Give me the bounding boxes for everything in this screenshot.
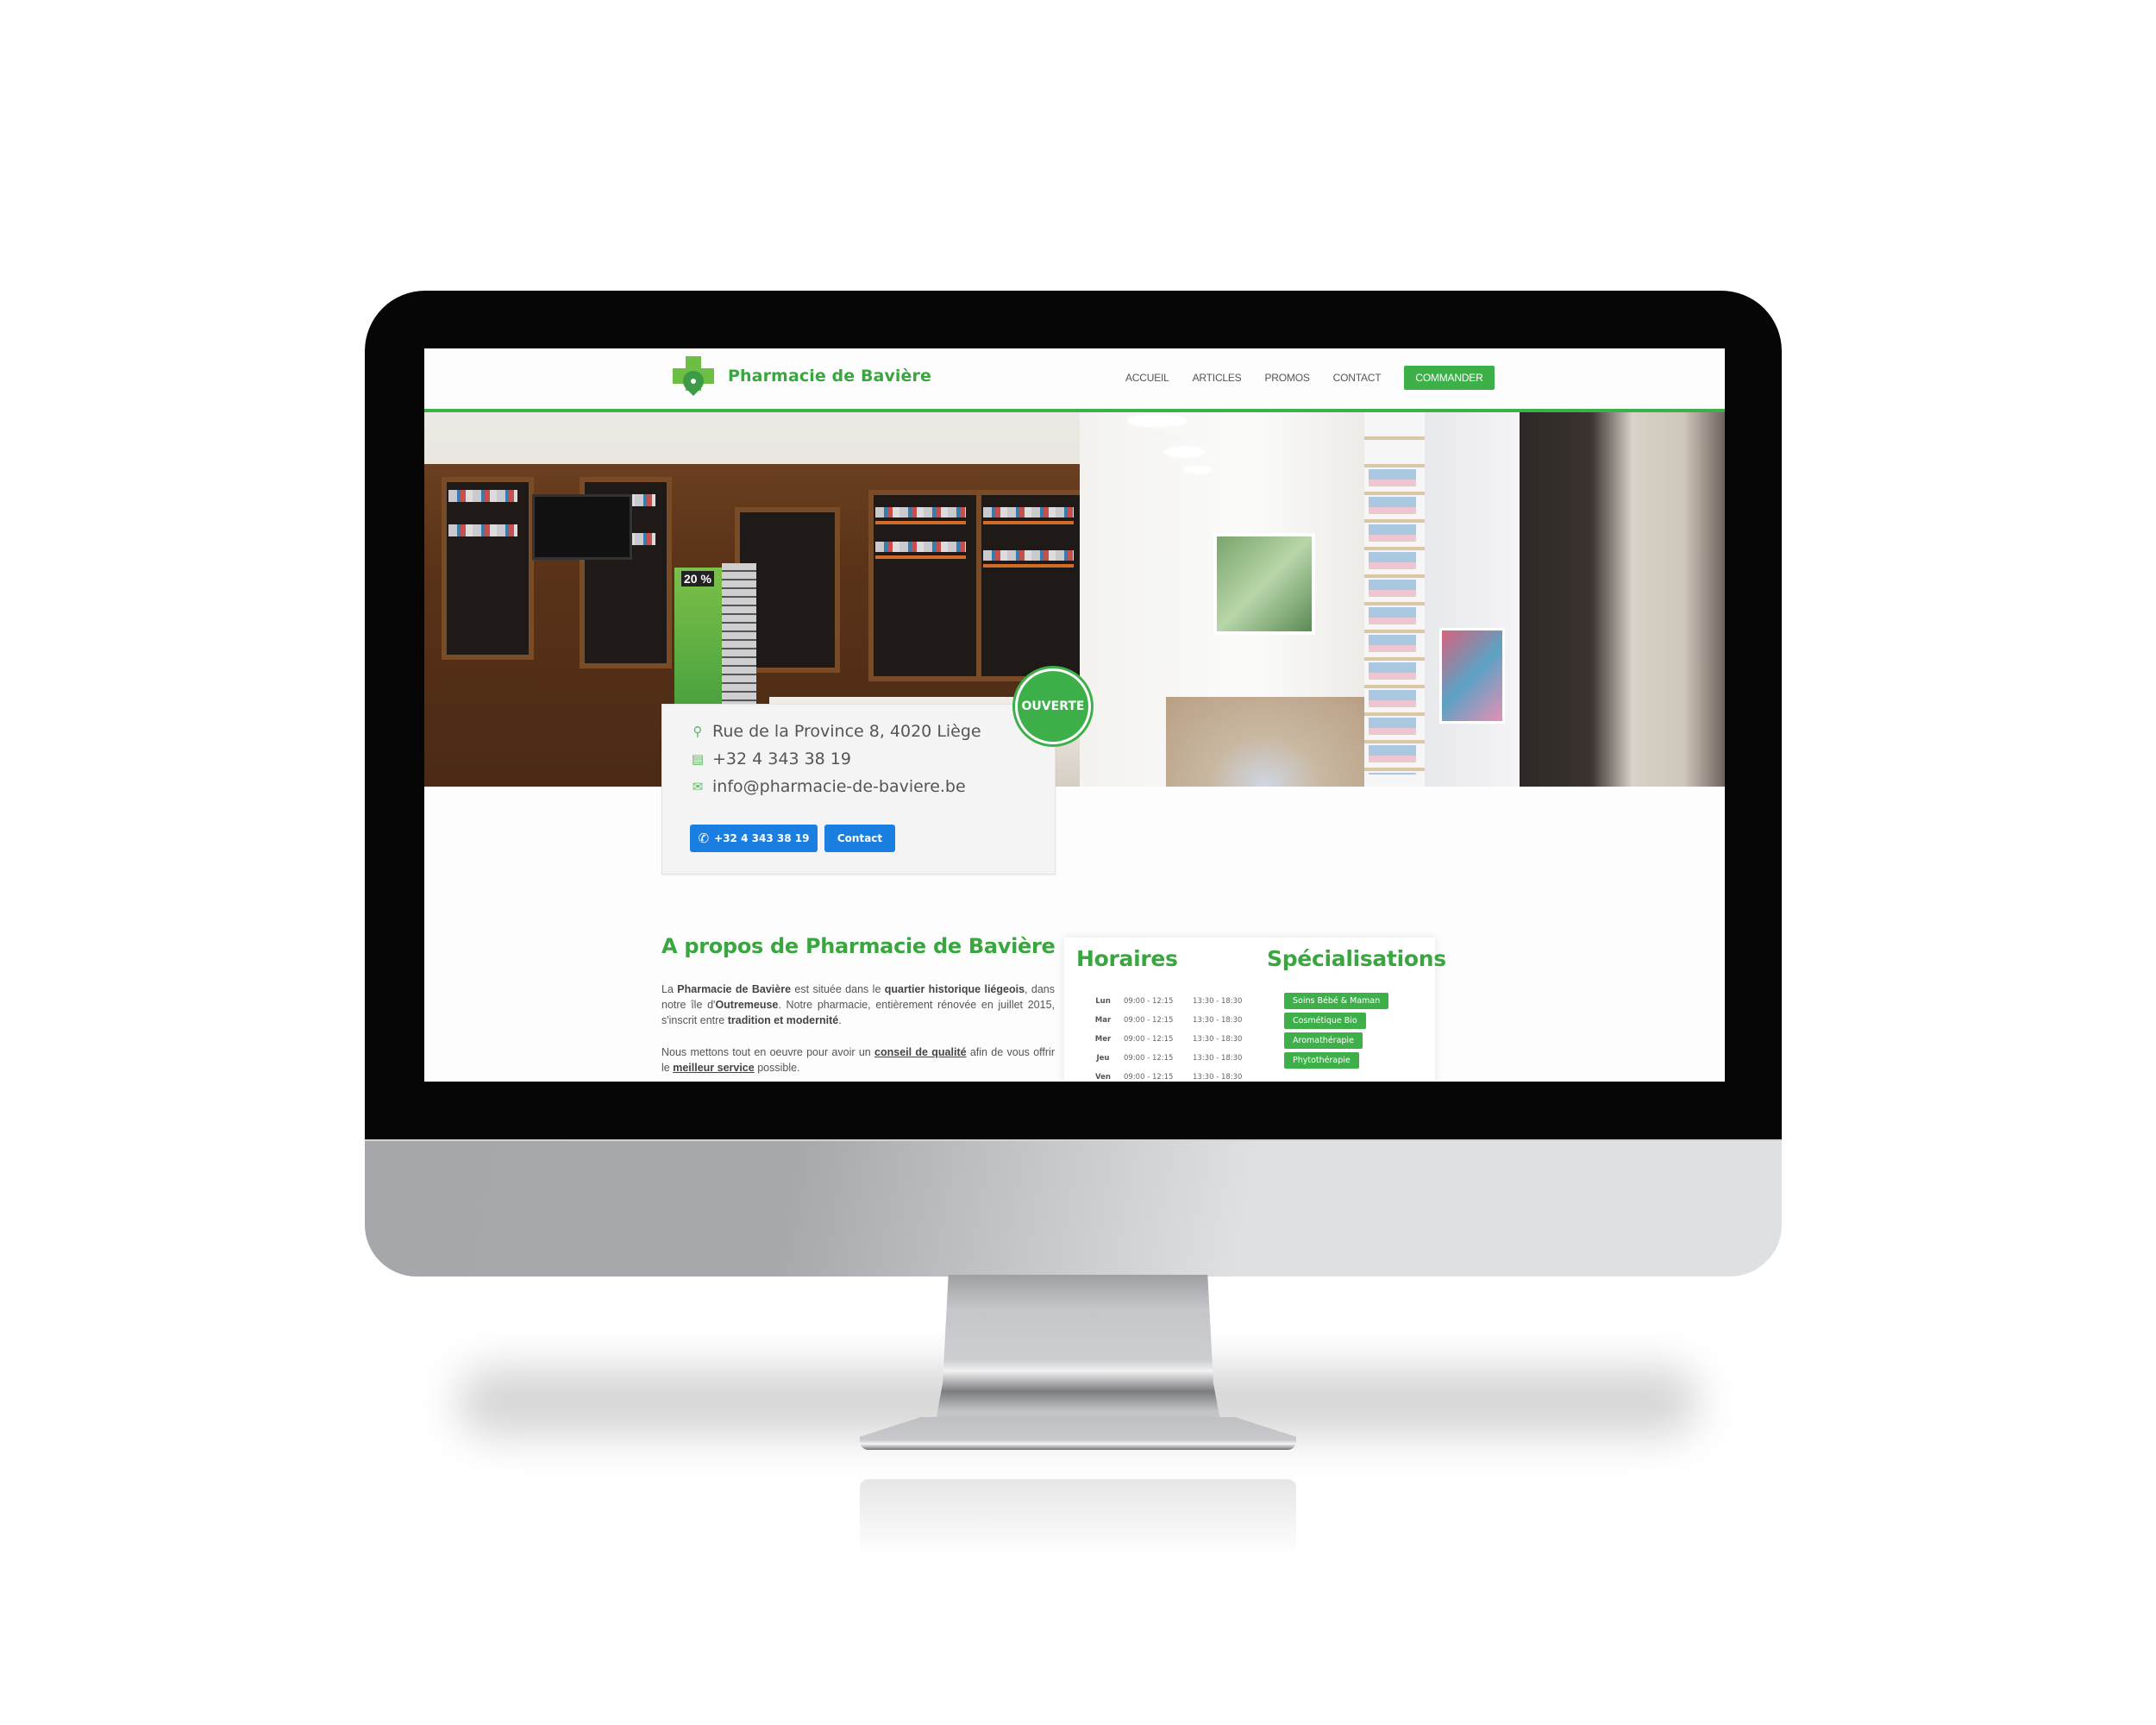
hours-row: Mar 09:00 - 12:15 13:30 - 18:30 [1082,1011,1243,1030]
brand-name[interactable]: Pharmacie de Bavière [728,367,931,386]
contact-button-label: Contact [837,832,883,844]
specializations-heading: Spécialisations [1267,946,1446,971]
service-link[interactable]: meilleur service [673,1062,755,1074]
afternoon-hours: 13:30 - 18:30 [1193,997,1243,1006]
shelf [983,564,1074,568]
tv-screen [532,494,632,560]
afternoon-hours: 13:30 - 18:30 [1193,1016,1243,1025]
tag-phytotherapie[interactable]: Phytothérapie [1284,1052,1359,1069]
nav-item-accueil[interactable]: ACCUEIL [1125,372,1169,384]
stand-neck [934,1275,1222,1430]
monitor-stand [860,1275,1296,1473]
address-row: ⚲ Rue de la Province 8, 4020 Liège [690,722,981,741]
product-row [875,542,966,552]
day-label: Jeu [1096,1054,1110,1063]
nav-item-contact[interactable]: CONTACT [1333,372,1382,384]
about-paragraph-2: Nous mettons tout en oeuvre pour avoir u… [661,1046,1055,1074]
phone-row: ▤ +32 4 343 38 19 [690,750,851,768]
ceiling-light [1127,415,1188,427]
ceiling-light [1164,447,1206,457]
hours-row: Mer 09:00 - 12:15 13:30 - 18:30 [1082,1030,1243,1049]
email-link[interactable]: info@pharmacie-de-baviere.be [712,777,966,796]
stand-foot [860,1417,1296,1450]
tag-aromatherapie[interactable]: Aromathérapie [1284,1032,1363,1049]
hours-row: Ven 09:00 - 12:15 13:30 - 18:30 [1082,1068,1242,1082]
hours-specializations-card: Horaires Spécialisations Lun 09:00 - 12:… [1064,938,1446,1082]
specialization-tags: Soins Bébé & Maman Cosmétique Bio Aromat… [1284,993,1389,1072]
open-status-label: OUVERTE [1021,699,1085,713]
shelf [983,521,1074,524]
envelope-icon: ✉ [692,779,704,794]
day-label: Ven [1095,1073,1111,1082]
fax-phone-icon: ▤ [691,751,705,767]
product-row [983,550,1074,561]
open-status-badge: OUVERTE [1018,671,1088,742]
morning-hours: 09:00 - 12:15 [1124,1016,1174,1025]
tag-soins-bebe-maman[interactable]: Soins Bébé & Maman [1284,993,1389,1009]
nav-item-articles[interactable]: ARTICLES [1193,372,1242,384]
commander-button[interactable]: COMMANDER [1404,366,1495,390]
site-header: Pharmacie de Bavière ACCUEIL ARTICLES PR… [424,348,1725,412]
ceiling-light [1183,466,1213,474]
product-row [448,524,517,536]
about-text: La Pharmacie de Bavière est située dans … [661,982,1055,1082]
pharmacy-cross-pin-logo-icon[interactable] [673,356,716,404]
product-row [875,507,966,518]
morning-hours: 09:00 - 12:15 [1124,1035,1174,1044]
hours-row: Jeu 09:00 - 12:15 13:30 - 18:30 [1082,1049,1243,1068]
email-row: ✉ info@pharmacie-de-baviere.be [690,777,966,796]
address-text: Rue de la Province 8, 4020 Liège [712,722,981,741]
phone-icon: ✆ [698,831,710,846]
promo-label: 20 % [681,571,714,586]
call-button-label: +32 4 343 38 19 [714,832,810,844]
white-pillar [1425,412,1520,787]
map-pin-icon: ⚲ [693,724,703,739]
day-label: Lun [1095,997,1111,1006]
morning-hours: 09:00 - 12:15 [1124,997,1174,1006]
phone-text[interactable]: +32 4 343 38 19 [712,750,851,768]
about-paragraph-1: La Pharmacie de Bavière est située dans … [661,983,1055,1026]
afternoon-hours: 13:30 - 18:30 [1193,1035,1243,1044]
day-label: Mer [1094,1035,1112,1044]
stand-reflection [860,1479,1296,1557]
contact-button[interactable]: Contact [824,825,895,852]
morning-hours: 09:00 - 12:15 [1124,1073,1174,1082]
hours-row: Lun 09:00 - 12:15 13:30 - 18:30 [1082,992,1242,1011]
display-cabinet [442,477,534,660]
about-heading: A propos de Pharmacie de Bavière [661,934,1056,958]
conseil-link[interactable]: conseil de qualité [874,1046,967,1058]
hours-heading: Horaires [1076,946,1178,971]
afternoon-hours: 13:30 - 18:30 [1193,1073,1243,1082]
shelf [875,555,966,559]
main-nav: ACCUEIL ARTICLES PROMOS CONTACT COMMANDE… [1125,366,1495,390]
wall-poster [1439,628,1505,724]
call-button[interactable]: ✆ +32 4 343 38 19 [690,825,818,852]
display-cabinet [976,490,1090,681]
morning-hours: 09:00 - 12:15 [1124,1054,1174,1063]
shelf-products [1369,464,1416,775]
browser-screen: Pharmacie de Bavière ACCUEIL ARTICLES PR… [424,348,1725,1082]
nav-item-promos[interactable]: PROMOS [1265,372,1310,384]
tag-cosmetique-bio[interactable]: Cosmétique Bio [1284,1013,1366,1029]
product-row [983,507,1074,518]
hours-table: Lun 09:00 - 12:15 13:30 - 18:30 Mar 09:0… [1082,992,1243,1082]
day-label: Mar [1094,1016,1112,1025]
shop-window [1213,533,1315,635]
display-cabinet [868,490,982,681]
monitor-chin [365,1139,1782,1276]
shelf [875,521,966,524]
product-row [448,490,517,502]
contact-card: ⚲ Rue de la Province 8, 4020 Liège ▤ +32… [661,704,1056,875]
historic-mural [1520,412,1725,787]
afternoon-hours: 13:30 - 18:30 [1193,1054,1243,1063]
terrazzo-floor [1166,697,1364,787]
